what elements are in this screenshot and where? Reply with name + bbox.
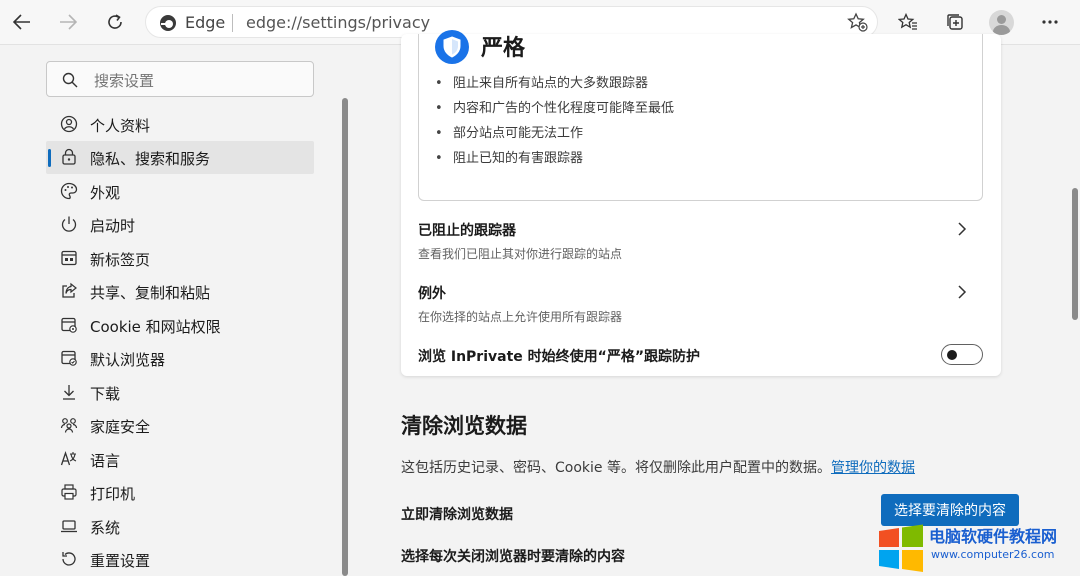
address-separator bbox=[232, 14, 233, 32]
refresh-icon bbox=[108, 14, 122, 29]
sidebar-item-printers[interactable]: 打印机 bbox=[46, 476, 314, 509]
clear-now-label: 立即清除浏览数据 bbox=[401, 507, 513, 523]
sidebar-item-label: 新标签页 bbox=[90, 251, 151, 269]
sidebar-item-label: 打印机 bbox=[90, 485, 136, 503]
sidebar-item-label: 家庭安全 bbox=[90, 418, 151, 436]
sidebar-scrollbar[interactable] bbox=[342, 98, 348, 576]
profile-icon bbox=[60, 115, 78, 133]
sidebar-item-share[interactable]: 共享、复制和粘贴 bbox=[46, 275, 314, 308]
site-watermark: 电脑软硬件教程网 www.computer26.com bbox=[875, 520, 1080, 576]
sidebar-item-privacy[interactable]: 隐私、搜索和服务 bbox=[46, 141, 314, 174]
exceptions-subtitle: 在你选择的站点上允许使用所有跟踪器 bbox=[418, 310, 623, 324]
address-url[interactable]: edge://settings/privacy bbox=[246, 13, 430, 32]
collections-button[interactable] bbox=[939, 7, 971, 37]
shield-icon bbox=[435, 30, 469, 64]
strict-option[interactable]: 严格 阻止来自所有站点的大多数跟踪器 内容和广告的个性化程度可能降至最低 部分站… bbox=[418, 30, 983, 201]
list-item: 部分站点可能无法工作 bbox=[433, 125, 674, 150]
list-item: 阻止来自所有站点的大多数跟踪器 bbox=[433, 75, 674, 100]
share-icon bbox=[62, 282, 77, 298]
windows-logo-icon bbox=[879, 524, 923, 572]
sidebar-item-reset[interactable]: 重置设置 bbox=[46, 543, 314, 576]
sidebar-item-new-tab[interactable]: 新标签页 bbox=[46, 242, 314, 275]
sidebar-item-languages[interactable]: 语言 bbox=[46, 443, 314, 476]
clear-on-close-label[interactable]: 选择每次关闭浏览器时要清除的内容 bbox=[401, 546, 625, 566]
reset-icon bbox=[62, 552, 76, 566]
settings-main: 严格 阻止来自所有站点的大多数跟踪器 内容和广告的个性化程度可能降至最低 部分站… bbox=[360, 30, 1060, 576]
exceptions-title: 例外 bbox=[418, 286, 446, 302]
sidebar-item-label: Cookie 和网站权限 bbox=[90, 318, 221, 336]
sidebar-item-label: 隐私、搜索和服务 bbox=[90, 150, 211, 168]
manage-data-link[interactable]: 管理你的数据 bbox=[831, 460, 915, 476]
sidebar-item-appearance[interactable]: 外观 bbox=[46, 175, 314, 208]
lock-icon bbox=[62, 148, 76, 165]
sidebar-item-label: 个人资料 bbox=[90, 117, 151, 135]
more-button[interactable] bbox=[1034, 7, 1066, 37]
settings-sidebar: 搜索设置 个人资料 隐私、搜索和服务 外观 启动时 新标签页 共享、复制和粘贴 … bbox=[0, 44, 348, 576]
main-scrollbar[interactable] bbox=[1072, 188, 1078, 320]
favorites-icon bbox=[898, 13, 917, 30]
address-brand: Edge bbox=[185, 13, 226, 32]
chevron-right-icon bbox=[958, 285, 967, 299]
edge-logo-icon bbox=[160, 15, 176, 31]
language-icon bbox=[60, 450, 77, 466]
site-permissions-icon bbox=[61, 317, 77, 333]
sidebar-item-label: 系统 bbox=[90, 519, 121, 537]
sidebar-item-label: 启动时 bbox=[90, 217, 136, 235]
search-placeholder: 搜索设置 bbox=[94, 72, 155, 90]
sidebar-item-cookies[interactable]: Cookie 和网站权限 bbox=[46, 309, 314, 342]
watermark-url: www.computer26.com bbox=[931, 548, 1055, 561]
sidebar-item-downloads[interactable]: 下载 bbox=[46, 376, 314, 409]
blocked-trackers-title: 已阻止的跟踪器 bbox=[418, 223, 516, 239]
chevron-right-icon bbox=[958, 222, 967, 236]
sidebar-item-startup[interactable]: 启动时 bbox=[46, 208, 314, 241]
sidebar-item-label: 语言 bbox=[90, 452, 121, 470]
profile-avatar[interactable] bbox=[989, 10, 1014, 35]
sidebar-item-label: 共享、复制和粘贴 bbox=[90, 284, 211, 302]
sidebar-item-label: 默认浏览器 bbox=[90, 351, 166, 369]
blocked-trackers-subtitle: 查看我们已阻止其对你进行跟踪的站点 bbox=[418, 247, 623, 261]
printer-icon bbox=[61, 484, 77, 500]
sidebar-item-label: 外观 bbox=[90, 184, 121, 202]
sidebar-item-family[interactable]: 家庭安全 bbox=[46, 409, 314, 442]
search-icon bbox=[62, 72, 78, 88]
search-input[interactable]: 搜索设置 bbox=[46, 61, 314, 97]
clear-data-heading: 清除浏览数据 bbox=[401, 414, 527, 438]
clear-data-description: 这包括历史记录、密码、Cookie 等。将仅删除此用户配置中的数据。管理你的数据 bbox=[401, 460, 915, 476]
palette-icon bbox=[60, 182, 78, 200]
collections-icon bbox=[947, 14, 963, 30]
sidebar-item-system[interactable]: 系统 bbox=[46, 510, 314, 543]
power-icon bbox=[61, 216, 77, 232]
browser-icon bbox=[61, 350, 77, 366]
family-icon bbox=[60, 418, 78, 433]
forward-icon bbox=[60, 14, 77, 30]
refresh-button[interactable] bbox=[99, 7, 131, 37]
watermark-title: 电脑软硬件教程网 bbox=[929, 527, 1058, 546]
tracking-prevention-card: 严格 阻止来自所有站点的大多数跟踪器 内容和广告的个性化程度可能降至最低 部分站… bbox=[401, 30, 1001, 376]
strict-bullets: 阻止来自所有站点的大多数跟踪器 内容和广告的个性化程度可能降至最低 部分站点可能… bbox=[433, 75, 674, 175]
list-item: 内容和广告的个性化程度可能降至最低 bbox=[433, 100, 674, 125]
laptop-icon bbox=[61, 520, 77, 533]
download-icon bbox=[63, 385, 75, 400]
profile-icon bbox=[997, 15, 1006, 24]
new-tab-icon bbox=[61, 250, 77, 266]
inprivate-strict-toggle[interactable] bbox=[941, 344, 983, 365]
strict-title: 严格 bbox=[481, 36, 526, 61]
sidebar-item-label: 下载 bbox=[90, 385, 121, 403]
favorite-add-icon[interactable] bbox=[847, 12, 869, 32]
more-icon bbox=[1042, 20, 1058, 24]
forward-button[interactable] bbox=[52, 7, 84, 37]
back-button[interactable] bbox=[6, 7, 38, 37]
inprivate-strict-label: 浏览 InPrivate 时始终使用“严格”跟踪防护 bbox=[418, 349, 701, 365]
list-item: 阻止已知的有害跟踪器 bbox=[433, 150, 674, 175]
back-icon bbox=[13, 14, 30, 30]
toggle-knob bbox=[947, 350, 957, 360]
sidebar-item-profile[interactable]: 个人资料 bbox=[46, 108, 314, 141]
sidebar-item-default-browser[interactable]: 默认浏览器 bbox=[46, 342, 314, 375]
favorites-button[interactable] bbox=[892, 7, 924, 37]
sidebar-item-label: 重置设置 bbox=[90, 552, 151, 570]
